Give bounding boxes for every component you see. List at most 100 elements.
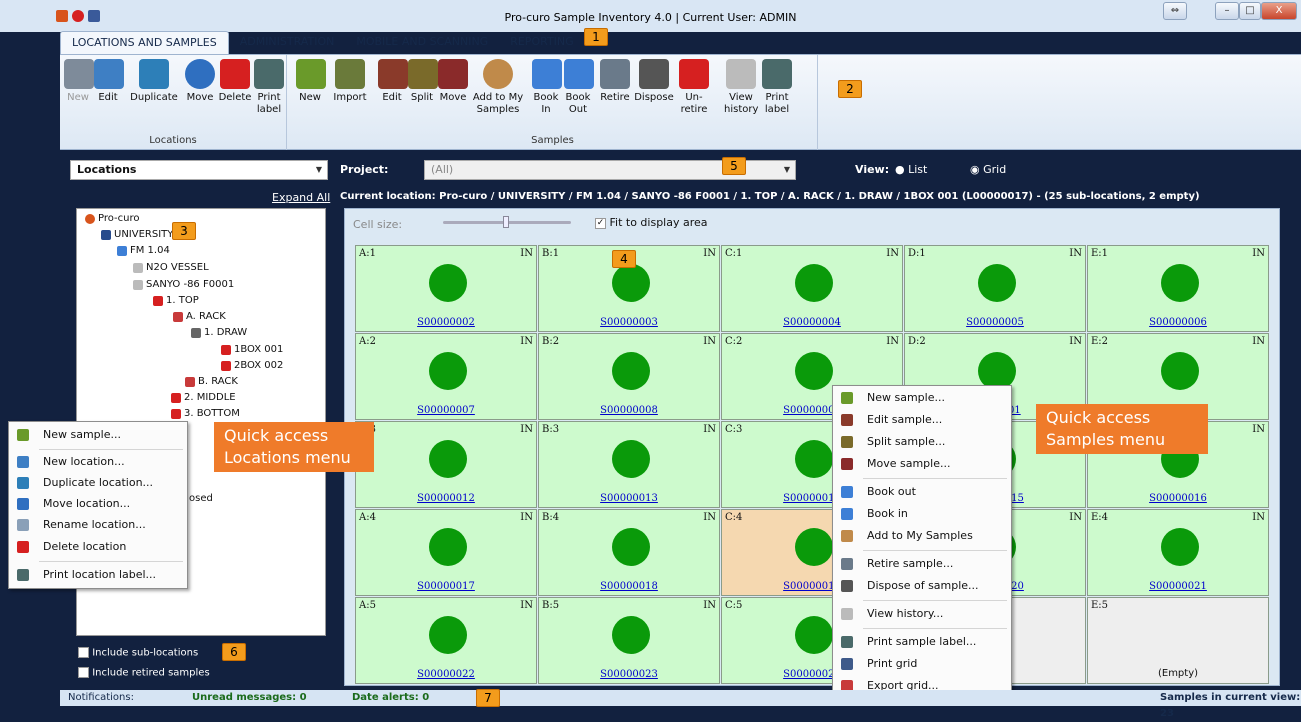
grid-cell[interactable]: E:1 IN S00000006 xyxy=(1087,245,1269,332)
menu-delete-location[interactable]: Delete location xyxy=(9,536,187,558)
menu-new-location[interactable]: New location... xyxy=(9,451,187,473)
sample-dot-icon[interactable] xyxy=(612,352,650,390)
print-location-label-button[interactable]: Print label xyxy=(254,59,284,116)
tree-node-university[interactable]: UNIVERSITY xyxy=(101,229,173,240)
locations-dropdown[interactable]: Locations ▼ xyxy=(70,160,328,180)
view-list-radio[interactable]: ● List xyxy=(895,163,927,176)
tree-node-disposed[interactable]: osed xyxy=(189,493,213,504)
grid-cell[interactable]: A:3INS00000012 xyxy=(355,421,537,508)
grid-cell[interactable]: B:3 IN S00000013 xyxy=(538,421,720,508)
split-sample-button[interactable]: Split xyxy=(408,59,438,104)
tree-node-2box002[interactable]: 2BOX 002 xyxy=(221,360,283,371)
view-history-button[interactable]: View history xyxy=(724,59,758,116)
sample-id-link[interactable]: S00000013 xyxy=(539,493,719,504)
sample-id-link[interactable]: S00000003 xyxy=(539,317,719,328)
dispose-button[interactable]: Dispose xyxy=(634,59,674,104)
minimize-button[interactable]: – xyxy=(1215,2,1239,20)
grid-cell[interactable]: A:1 IN S00000002 xyxy=(355,245,537,332)
delete-location-button[interactable]: Delete xyxy=(218,59,252,104)
tab-administration[interactable]: ADMINISTRATION xyxy=(229,31,346,54)
sample-dot-icon[interactable] xyxy=(795,528,833,566)
close-button[interactable]: X xyxy=(1261,2,1297,20)
sample-dot-icon[interactable] xyxy=(612,528,650,566)
grid-cell[interactable]: C:1 IN S00000004 xyxy=(721,245,903,332)
sample-id-link[interactable]: S00000004 xyxy=(722,317,902,328)
tree-node-n2o-vessel[interactable]: N2O VESSEL xyxy=(133,262,209,273)
tab-reporting[interactable]: REPORTING xyxy=(499,31,584,54)
expand-all-link[interactable]: Expand All xyxy=(272,191,330,204)
sample-id-link[interactable]: S00000002 xyxy=(356,317,536,328)
sample-dot-icon[interactable] xyxy=(795,616,833,654)
tree-node-1box001[interactable]: 1BOX 001 xyxy=(221,344,283,355)
menu-edit-sample[interactable]: Edit sample... xyxy=(833,409,1011,431)
print-sample-label-button[interactable]: Print label xyxy=(762,59,792,116)
view-grid-radio[interactable]: ◉ Grid xyxy=(970,163,1006,176)
tree-node-fm104[interactable]: FM 1.04 xyxy=(117,245,170,256)
menu-dispose-sample[interactable]: Dispose of sample... xyxy=(833,575,1011,597)
sample-id-link[interactable]: S00000018 xyxy=(539,581,719,592)
sample-dot-icon[interactable] xyxy=(1161,352,1199,390)
sample-dot-icon[interactable] xyxy=(429,264,467,302)
unread-messages[interactable]: Unread messages: 0 xyxy=(192,690,307,706)
retire-button[interactable]: Retire xyxy=(598,59,632,104)
edit-sample-button[interactable]: Edit xyxy=(378,59,408,104)
sample-dot-icon[interactable] xyxy=(429,352,467,390)
menu-print-grid[interactable]: Print grid xyxy=(833,653,1011,675)
maximize-button[interactable]: □ xyxy=(1239,2,1261,20)
sample-dot-icon[interactable] xyxy=(795,264,833,302)
menu-split-sample[interactable]: Split sample... xyxy=(833,431,1011,453)
edit-location-button[interactable]: Edit xyxy=(94,59,124,104)
move-location-button[interactable]: Move xyxy=(184,59,216,104)
grid-cell[interactable]: A:2 IN S00000007 xyxy=(355,333,537,420)
include-retired-checkbox[interactable]: Include retired samples xyxy=(78,667,210,679)
tree-node-bottom[interactable]: 3. BOTTOM xyxy=(171,408,240,419)
sample-id-link[interactable]: S00000021 xyxy=(1088,581,1268,592)
sample-id-link[interactable]: S00000016 xyxy=(1088,493,1268,504)
sample-dot-icon[interactable] xyxy=(612,440,650,478)
tree-node-draw[interactable]: 1. DRAW xyxy=(191,327,247,338)
menu-new-sample[interactable]: New sample... xyxy=(833,387,1011,409)
grid-cell[interactable]: B:4 IN S00000018 xyxy=(538,509,720,596)
sample-dot-icon[interactable] xyxy=(429,528,467,566)
sample-id-link[interactable]: S00000023 xyxy=(539,669,719,680)
duplicate-location-button[interactable]: Duplicate xyxy=(126,59,182,104)
menu-book-in[interactable]: Book in xyxy=(833,503,1011,525)
menu-rename-location[interactable]: Rename location... xyxy=(9,514,187,536)
grid-cell[interactable]: E:4 IN S00000021 xyxy=(1087,509,1269,596)
grid-cell[interactable]: E:5 (Empty) xyxy=(1087,597,1269,684)
sample-id-link[interactable]: S00000007 xyxy=(356,405,536,416)
menu-print-location-label[interactable]: Print location label... xyxy=(9,564,187,586)
book-in-button[interactable]: Book In xyxy=(532,59,562,116)
new-sample-button[interactable]: New xyxy=(296,59,326,104)
tab-mobile-and-scanning[interactable]: MOBILE AND SCANNING xyxy=(345,31,499,54)
import-button[interactable]: Import xyxy=(330,59,370,104)
sample-id-link[interactable]: S00000022 xyxy=(356,669,536,680)
menu-retire-sample[interactable]: Retire sample... xyxy=(833,553,1011,575)
menu-move-sample[interactable]: Move sample... xyxy=(833,453,1011,475)
add-to-my-samples-button[interactable]: Add to My Samples xyxy=(470,59,526,116)
sample-dot-icon[interactable] xyxy=(1161,264,1199,302)
restore-button[interactable]: ⇔ xyxy=(1163,2,1187,20)
tree-node-pro-curo[interactable]: Pro-curo xyxy=(85,213,140,224)
grid-cell[interactable]: D:1 IN S00000005 xyxy=(904,245,1086,332)
cell-size-slider[interactable] xyxy=(443,216,571,228)
sample-id-link[interactable]: S00000006 xyxy=(1088,317,1268,328)
menu-new-sample[interactable]: New sample... xyxy=(9,424,187,446)
menu-move-location[interactable]: Move location... xyxy=(9,493,187,515)
sample-dot-icon[interactable] xyxy=(1161,528,1199,566)
menu-view-history[interactable]: View history... xyxy=(833,603,1011,625)
sample-dot-icon[interactable] xyxy=(429,440,467,478)
date-alerts[interactable]: Date alerts: 0 xyxy=(352,690,429,706)
fit-to-display-checkbox[interactable]: ✓ Fit to display area xyxy=(595,216,708,229)
menu-add-to-my-samples[interactable]: Add to My Samples xyxy=(833,525,1011,547)
tree-node-b-rack[interactable]: B. RACK xyxy=(185,376,238,387)
include-sub-locations-checkbox[interactable]: Include sub-locations xyxy=(78,647,198,659)
grid-cell[interactable]: A:4 IN S00000017 xyxy=(355,509,537,596)
sample-dot-icon[interactable] xyxy=(795,440,833,478)
menu-book-out[interactable]: Book out xyxy=(833,481,1011,503)
tab-locations-and-samples[interactable]: LOCATIONS AND SAMPLES xyxy=(60,31,229,54)
move-sample-button[interactable]: Move xyxy=(438,59,468,104)
sample-id-link[interactable]: S00000005 xyxy=(905,317,1085,328)
sample-dot-icon[interactable] xyxy=(978,264,1016,302)
unretire-button[interactable]: Un-retire xyxy=(676,59,712,116)
